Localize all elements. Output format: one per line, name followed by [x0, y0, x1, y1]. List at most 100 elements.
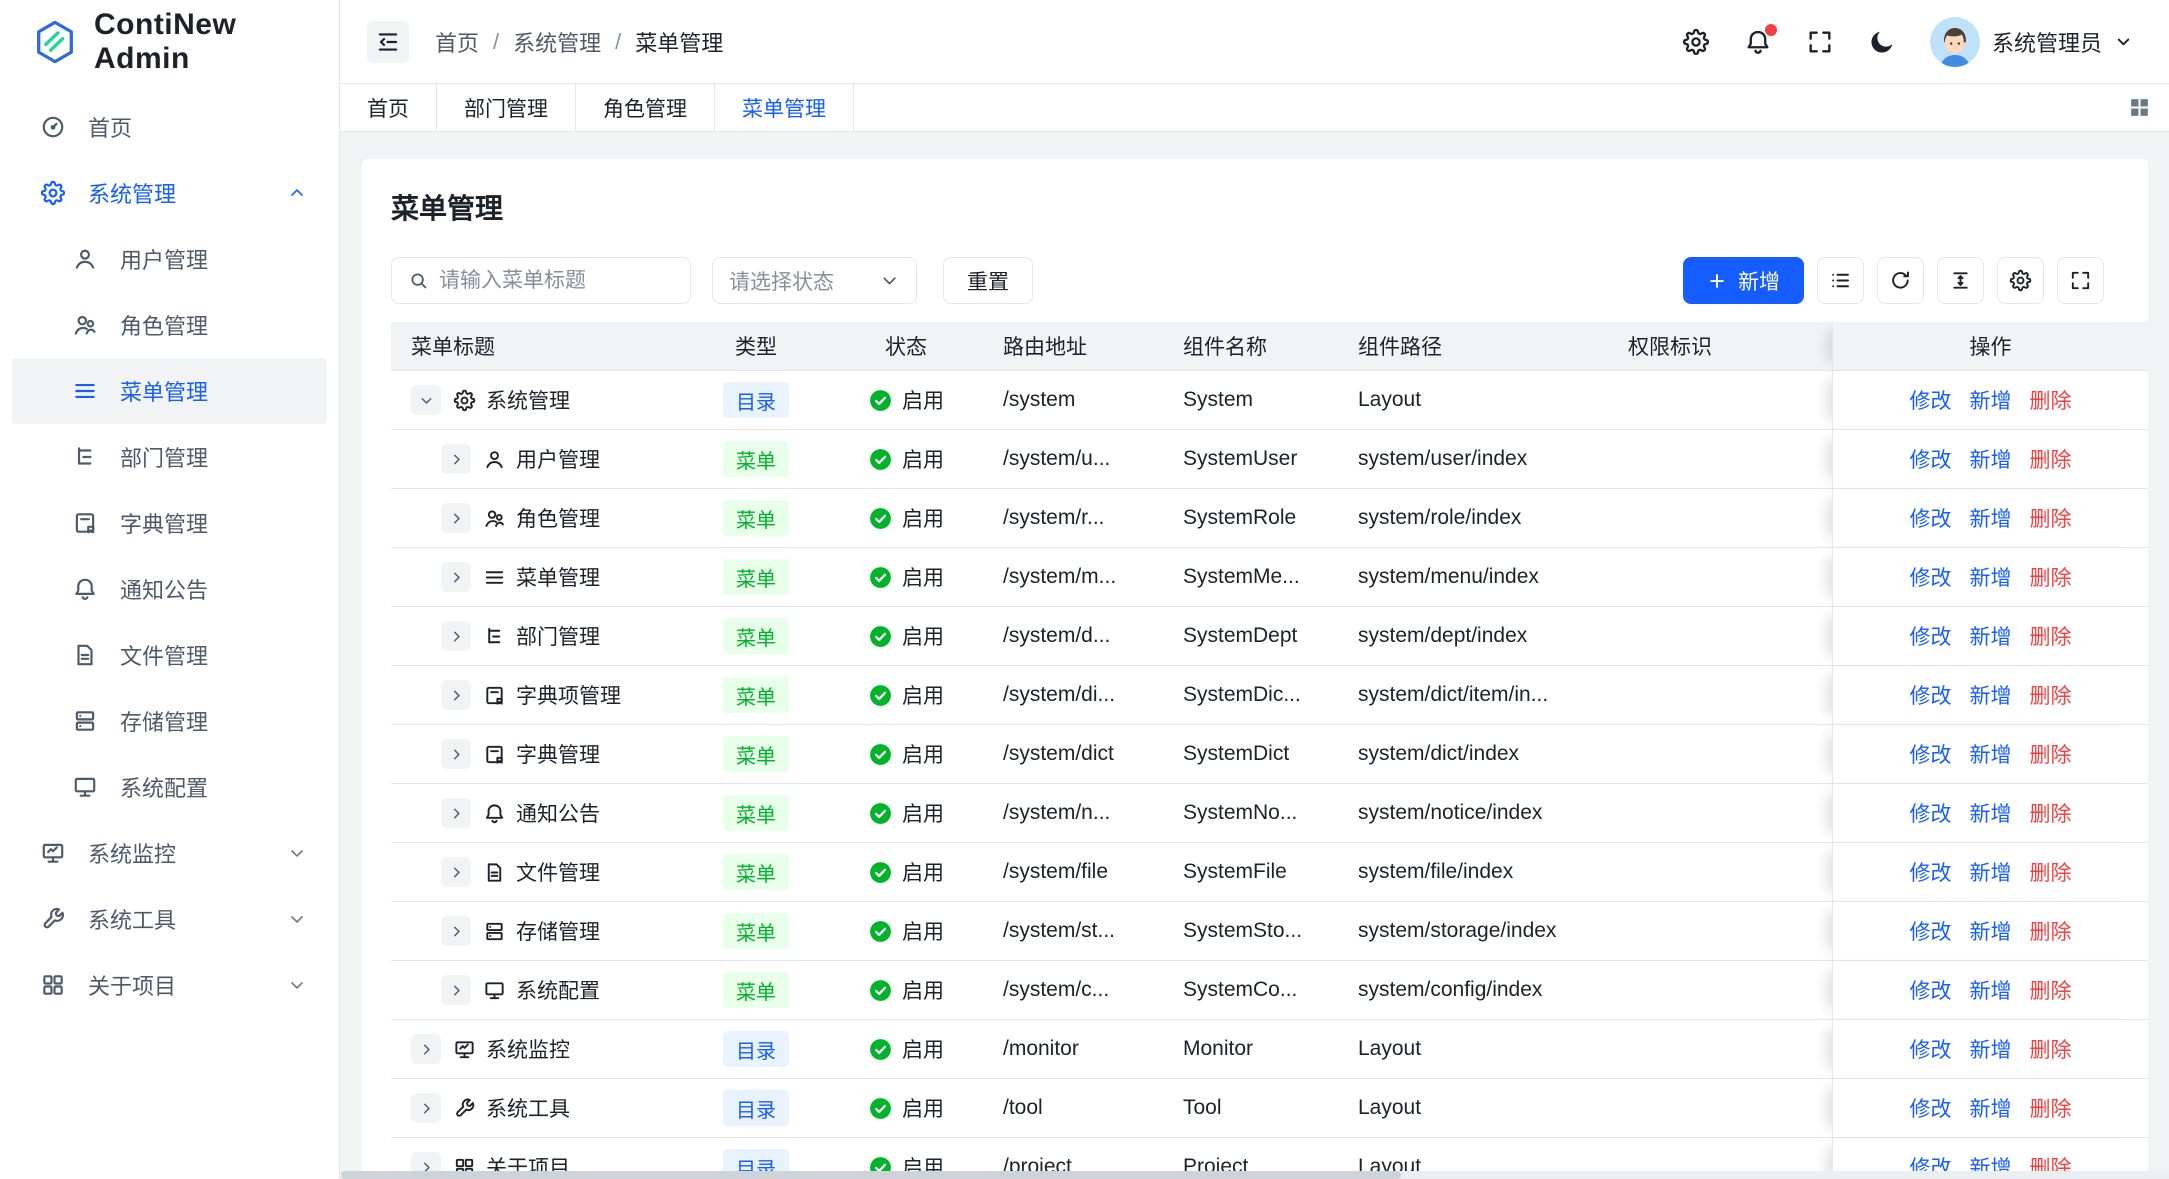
- sidebar-item-通知公告[interactable]: 通知公告: [12, 556, 327, 622]
- gear-toolbar-button[interactable]: [1997, 257, 2044, 304]
- check-circle-icon: [868, 447, 893, 472]
- action-修改[interactable]: 修改: [1910, 798, 1952, 828]
- action-删除[interactable]: 删除: [2030, 503, 2072, 533]
- fullscreen-button[interactable]: [1806, 28, 1834, 56]
- action-新增[interactable]: 新增: [1970, 680, 2012, 710]
- action-修改[interactable]: 修改: [1910, 857, 1952, 887]
- action-删除[interactable]: 删除: [2030, 444, 2072, 474]
- action-新增[interactable]: 新增: [1970, 916, 2012, 946]
- tab-首页[interactable]: 首页: [340, 84, 437, 131]
- sidebar-item-菜单管理[interactable]: 菜单管理: [12, 358, 327, 424]
- expand-row-button[interactable]: [411, 1093, 441, 1123]
- tab-角色管理[interactable]: 角色管理: [576, 84, 715, 131]
- expand-row-button[interactable]: [441, 857, 471, 887]
- sidebar-item-部门管理[interactable]: 部门管理: [12, 424, 327, 490]
- expand-row-button[interactable]: [411, 1034, 441, 1064]
- action-新增[interactable]: 新增: [1970, 444, 2012, 474]
- breadcrumb-item-系统管理[interactable]: 系统管理: [513, 26, 601, 58]
- expand-row-button[interactable]: [441, 798, 471, 828]
- action-新增[interactable]: 新增: [1970, 739, 2012, 769]
- search-input[interactable]: [439, 269, 674, 293]
- action-修改[interactable]: 修改: [1910, 680, 1952, 710]
- action-删除[interactable]: 删除: [2030, 916, 2072, 946]
- fullscreen-icon: [2069, 269, 2092, 292]
- action-修改[interactable]: 修改: [1910, 739, 1952, 769]
- expand-row-button[interactable]: [441, 916, 471, 946]
- lineheight-toolbar-button[interactable]: [1937, 257, 1984, 304]
- sidebar-item-用户管理[interactable]: 用户管理: [12, 226, 327, 292]
- action-删除[interactable]: 删除: [2030, 739, 2072, 769]
- sidebar-item-存储管理[interactable]: 存储管理: [12, 688, 327, 754]
- action-修改[interactable]: 修改: [1910, 916, 1952, 946]
- sidebar-item-label: 首页: [88, 111, 132, 143]
- action-新增[interactable]: 新增: [1970, 562, 2012, 592]
- action-修改[interactable]: 修改: [1910, 444, 1952, 474]
- action-删除[interactable]: 删除: [2030, 1093, 2072, 1123]
- refresh-toolbar-button[interactable]: [1877, 257, 1924, 304]
- sidebar-item-角色管理[interactable]: 角色管理: [12, 292, 327, 358]
- action-修改[interactable]: 修改: [1910, 621, 1952, 651]
- expand-row-button[interactable]: [441, 503, 471, 533]
- sidebar-item-系统配置[interactable]: 系统配置: [12, 754, 327, 820]
- expand-row-button[interactable]: [441, 562, 471, 592]
- action-修改[interactable]: 修改: [1910, 562, 1952, 592]
- action-修改[interactable]: 修改: [1910, 1093, 1952, 1123]
- horizontal-scrollbar[interactable]: [341, 1171, 2169, 1179]
- action-删除[interactable]: 删除: [2030, 798, 2072, 828]
- expand-row-button[interactable]: [441, 975, 471, 1005]
- app-root: ContiNew Admin 首页系统管理用户管理角色管理菜单管理部门管理字典管…: [0, 0, 2169, 1179]
- action-新增[interactable]: 新增: [1970, 385, 2012, 415]
- action-修改[interactable]: 修改: [1910, 1034, 1952, 1064]
- action-删除[interactable]: 删除: [2030, 857, 2072, 887]
- status-select[interactable]: 请选择状态: [712, 257, 917, 304]
- user-menu[interactable]: 系统管理员: [1930, 17, 2133, 67]
- action-删除[interactable]: 删除: [2030, 680, 2072, 710]
- collapse-row-button[interactable]: [411, 385, 441, 415]
- bell-button[interactable]: [1744, 28, 1772, 56]
- action-修改[interactable]: 修改: [1910, 503, 1952, 533]
- sidebar-collapse-button[interactable]: [367, 21, 409, 63]
- tab-菜单管理[interactable]: 菜单管理: [715, 84, 854, 131]
- expand-row-button[interactable]: [441, 739, 471, 769]
- expand-row-button[interactable]: [441, 680, 471, 710]
- fullscreen-toolbar-button[interactable]: [2057, 257, 2104, 304]
- action-修改[interactable]: 修改: [1910, 975, 1952, 1005]
- action-新增[interactable]: 新增: [1970, 1034, 2012, 1064]
- chevron-right-icon: [448, 923, 465, 940]
- action-新增[interactable]: 新增: [1970, 503, 2012, 533]
- sidebar-item-关于项目[interactable]: 关于项目: [12, 952, 327, 1018]
- scrollbar-thumb[interactable]: [341, 1171, 1401, 1179]
- action-删除[interactable]: 删除: [2030, 562, 2072, 592]
- tab-options-button[interactable]: [2109, 84, 2169, 131]
- sidebar-item-系统监控[interactable]: 系统监控: [12, 820, 327, 886]
- action-删除[interactable]: 删除: [2030, 385, 2072, 415]
- action-删除[interactable]: 删除: [2030, 975, 2072, 1005]
- list-toolbar-button[interactable]: [1817, 257, 1864, 304]
- sidebar-item-文件管理[interactable]: 文件管理: [12, 622, 327, 688]
- action-新增[interactable]: 新增: [1970, 621, 2012, 651]
- action-新增[interactable]: 新增: [1970, 975, 2012, 1005]
- action-新增[interactable]: 新增: [1970, 1093, 2012, 1123]
- breadcrumb-item-菜单管理[interactable]: 菜单管理: [635, 26, 723, 58]
- sidebar-item-系统工具[interactable]: 系统工具: [12, 886, 327, 952]
- action-删除[interactable]: 删除: [2030, 1034, 2072, 1064]
- chevron-right-icon: [448, 569, 465, 586]
- sidebar-item-系统管理[interactable]: 系统管理: [12, 160, 327, 226]
- expand-row-button[interactable]: [441, 621, 471, 651]
- status-select-value: 请选择状态: [729, 266, 869, 296]
- sidebar-item-字典管理[interactable]: 字典管理: [12, 490, 327, 556]
- sidebar: ContiNew Admin 首页系统管理用户管理角色管理菜单管理部门管理字典管…: [0, 0, 340, 1179]
- settings-button[interactable]: [1682, 28, 1710, 56]
- action-新增[interactable]: 新增: [1970, 857, 2012, 887]
- reset-button[interactable]: 重置: [943, 257, 1033, 304]
- tab-部门管理[interactable]: 部门管理: [437, 84, 576, 131]
- breadcrumb-item-首页[interactable]: 首页: [435, 26, 479, 58]
- cell-type: 菜单: [691, 725, 821, 783]
- expand-row-button[interactable]: [441, 444, 471, 474]
- action-删除[interactable]: 删除: [2030, 621, 2072, 651]
- sidebar-item-首页[interactable]: 首页: [12, 94, 327, 160]
- add-button[interactable]: 新增: [1683, 257, 1804, 304]
- moon-button[interactable]: [1868, 28, 1896, 56]
- action-修改[interactable]: 修改: [1910, 385, 1952, 415]
- action-新增[interactable]: 新增: [1970, 798, 2012, 828]
